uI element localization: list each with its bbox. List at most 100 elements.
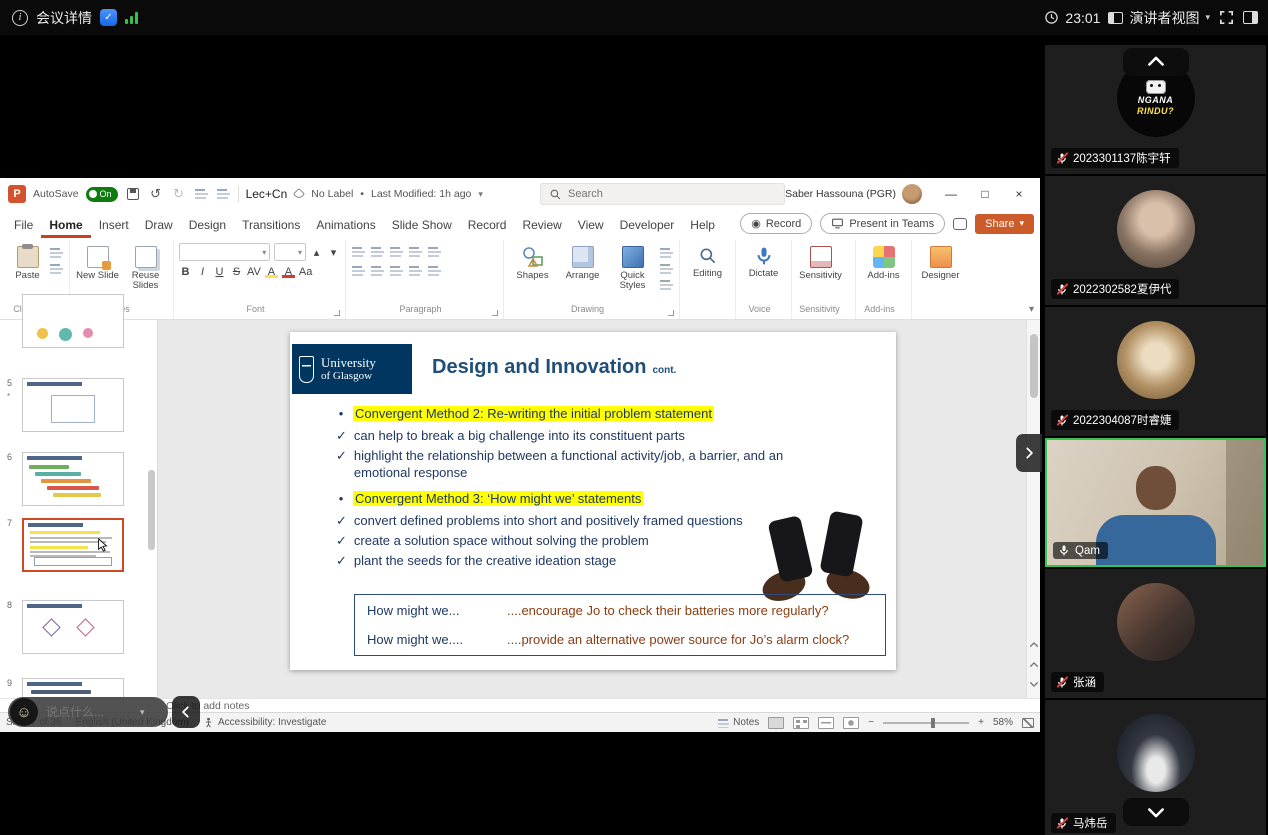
thumbnail-slide-4[interactable]	[22, 294, 124, 348]
menu-design[interactable]: Design	[181, 212, 234, 238]
undo-button[interactable]: ↺	[148, 186, 164, 202]
present-in-teams-button[interactable]: Present in Teams	[820, 213, 945, 234]
shapes-button[interactable]: Shapes	[509, 243, 556, 281]
fit-slide-button[interactable]	[1022, 718, 1034, 728]
increase-indent-icon[interactable]	[408, 246, 423, 259]
menu-transitions[interactable]: Transitions	[234, 212, 308, 238]
menu-developer[interactable]: Developer	[612, 212, 683, 238]
thumbnail-slide-6[interactable]	[22, 452, 124, 506]
participant-tile[interactable]: 2022302582夏伊代	[1045, 176, 1266, 305]
notes-toggle-button[interactable]: Notes	[717, 717, 759, 728]
text-highlight-button[interactable]: A	[265, 266, 278, 278]
arrange-button[interactable]: Arrange	[559, 243, 606, 281]
meeting-details-button[interactable]: i 会议详情 ✓	[12, 8, 138, 28]
zoom-out-button[interactable]: −	[868, 717, 874, 728]
font-name-combobox[interactable]: ▾	[179, 243, 270, 261]
align-center-icon[interactable]	[370, 265, 385, 278]
decrease-indent-icon[interactable]	[389, 246, 404, 259]
justify-icon[interactable]	[408, 265, 423, 278]
redo-button[interactable]: ↻	[171, 186, 187, 202]
previous-slide-icon[interactable]	[1027, 657, 1041, 672]
menu-slideshow[interactable]: Slide Show	[384, 212, 460, 238]
network-signal-icon[interactable]	[125, 12, 138, 24]
menu-draw[interactable]: Draw	[137, 212, 181, 238]
toggle-sidebar-button[interactable]	[1243, 11, 1258, 24]
format-painter-icon[interactable]	[49, 263, 64, 276]
meeting-protection-shield-icon[interactable]: ✓	[100, 9, 117, 26]
participant-tile[interactable]: 2022304087时睿婕	[1045, 307, 1266, 436]
view-switcher[interactable]: 演讲者视图 ▾	[1108, 8, 1210, 28]
scroll-up-icon[interactable]	[1027, 637, 1041, 652]
scrollbar-thumb[interactable]	[1030, 334, 1038, 398]
bullets-icon[interactable]	[351, 246, 366, 259]
zoom-slider-thumb[interactable]	[931, 718, 935, 728]
ppt-search-box[interactable]	[540, 183, 785, 205]
dictate-button[interactable]: Dictate	[741, 243, 786, 279]
share-button[interactable]: Share ▾	[975, 214, 1034, 234]
menu-home[interactable]: Home	[41, 212, 90, 238]
chat-quick-input[interactable]: ☺ ▾	[8, 697, 168, 727]
line-spacing-icon[interactable]	[427, 246, 442, 259]
chat-chevron-down-icon[interactable]: ▾	[140, 707, 145, 718]
addins-button[interactable]: Add-ins	[861, 243, 906, 281]
character-spacing-button[interactable]: AV	[247, 266, 261, 278]
font-size-combobox[interactable]: ▾	[274, 243, 306, 261]
scroll-participants-up-button[interactable]	[1123, 48, 1189, 76]
participant-tile[interactable]: 张涵	[1045, 569, 1266, 698]
scroll-participants-down-button[interactable]	[1123, 798, 1189, 826]
menu-insert[interactable]: Insert	[91, 212, 137, 238]
video-panel-expand-button[interactable]	[1016, 434, 1042, 472]
thumbnail-slide-8[interactable]	[22, 600, 124, 654]
emoji-button[interactable]: ☺	[10, 698, 38, 726]
slide-sorter-view-button[interactable]	[793, 717, 809, 729]
zoom-level[interactable]: 58%	[993, 717, 1013, 728]
copy-icon[interactable]	[49, 247, 64, 260]
underline-button[interactable]: U	[213, 266, 226, 278]
participant-tile-active-speaker[interactable]: Qam	[1045, 438, 1266, 567]
font-dialog-launcher-icon[interactable]	[334, 310, 340, 316]
record-button[interactable]: ◉ Record	[740, 213, 812, 234]
slideshow-button[interactable]	[843, 717, 859, 729]
font-color-quick-icon[interactable]	[216, 188, 231, 201]
close-button[interactable]: ×	[1002, 187, 1036, 201]
save-button[interactable]	[125, 186, 141, 202]
change-case-button[interactable]: Aa	[299, 266, 312, 278]
accessibility-status[interactable]: Accessibility: Investigate	[203, 717, 326, 728]
comments-icon[interactable]	[953, 218, 967, 230]
chat-input[interactable]	[46, 705, 138, 719]
menu-review[interactable]: Review	[514, 212, 569, 238]
thumbnail-scrollbar[interactable]	[148, 470, 155, 550]
columns-icon[interactable]	[427, 265, 442, 278]
paragraph-dialog-launcher-icon[interactable]	[492, 310, 498, 316]
search-input[interactable]	[568, 188, 758, 200]
numbering-icon[interactable]	[370, 246, 385, 259]
font-color-button[interactable]: A	[282, 266, 295, 278]
thumbnail-slide-9[interactable]	[22, 678, 124, 698]
autosave-toggle[interactable]: On	[86, 187, 118, 202]
editor-scrollbar[interactable]	[1026, 320, 1040, 698]
shrink-font-button[interactable]: ▾	[327, 246, 340, 259]
quick-styles-button[interactable]: Quick Styles	[609, 243, 656, 291]
strikethrough-button[interactable]: S	[230, 266, 243, 278]
minimize-button[interactable]: —	[934, 187, 968, 201]
thumbnail-slide-7-selected[interactable]	[22, 518, 124, 572]
account-area[interactable]: Saber Hassouna (PGR)	[785, 178, 922, 210]
document-title[interactable]: Lec+Cn	[246, 187, 288, 201]
menu-animations[interactable]: Animations	[308, 212, 383, 238]
italic-button[interactable]: I	[196, 266, 209, 278]
menu-record[interactable]: Record	[460, 212, 515, 238]
thumbnail-slide-5[interactable]	[22, 378, 124, 432]
menu-help[interactable]: Help	[682, 212, 723, 238]
maximize-button[interactable]: □	[968, 187, 1002, 201]
reading-view-button[interactable]	[818, 717, 834, 729]
editing-button[interactable]: Editing	[685, 243, 730, 279]
normal-view-button[interactable]	[768, 717, 784, 729]
shape-effects-icon[interactable]	[659, 279, 674, 292]
shape-outline-icon[interactable]	[659, 263, 674, 276]
bold-button[interactable]: B	[179, 266, 192, 278]
label-status[interactable]: No Label	[311, 188, 353, 200]
reuse-slides-button[interactable]: Reuse Slides	[123, 243, 168, 291]
grow-font-button[interactable]: ▴	[310, 246, 323, 259]
chat-collapse-button[interactable]	[172, 696, 200, 728]
designer-button[interactable]: Designer	[917, 243, 964, 281]
